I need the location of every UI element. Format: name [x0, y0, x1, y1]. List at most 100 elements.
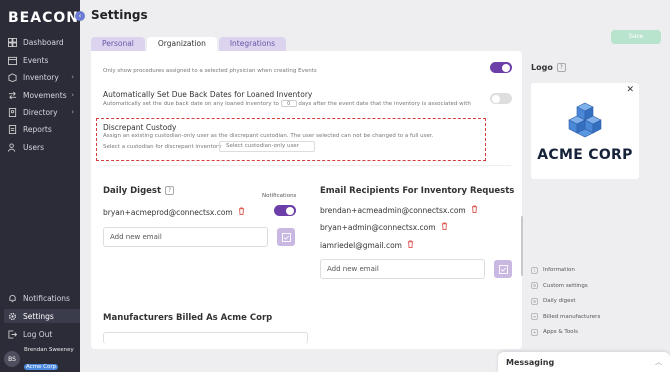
org-badge: Acme Corp	[24, 363, 59, 370]
box-icon	[7, 72, 17, 82]
anchor-custom-settings[interactable]: ⚙ Custom settings	[531, 282, 600, 290]
sidebar-item-dashboard[interactable]: Dashboard	[7, 35, 77, 49]
digest-add-email-button[interactable]	[277, 228, 295, 246]
anchor-information[interactable]: i Information	[531, 266, 600, 274]
arrows-icon	[7, 90, 17, 100]
anchor-label: Billed manufacturers	[543, 313, 601, 320]
anchor-daily-digest[interactable]: ✉ Daily digest	[531, 297, 600, 305]
tab-personal[interactable]: Personal	[91, 37, 145, 51]
sidebar-item-notifications[interactable]: Notifications	[7, 291, 77, 305]
anchor-label: Custom settings	[543, 282, 588, 289]
user-profile[interactable]: BS Brendan Sweeney Acme Corp	[4, 346, 80, 370]
logo-title-text: Logo	[531, 63, 553, 72]
section-anchor-list: i Information ⚙ Custom settings ✉ Daily dig…	[531, 266, 600, 344]
discrepant-title: Discrepant Custody	[103, 123, 177, 132]
help-icon[interactable]: ?	[165, 186, 175, 195]
recipient-email: iamriedel@gmail.com	[320, 240, 402, 250]
scrollbar[interactable]	[521, 216, 523, 276]
sidebar-item-label: Settings	[23, 311, 54, 321]
save-button[interactable]: Save	[611, 30, 661, 44]
recipient-email-row: iamriedel@gmail.com	[320, 240, 414, 250]
recipient-email-row: bryan+admin@connectsx.com	[320, 222, 448, 232]
recipient-email: brendan+acmeadmin@connectsx.com	[320, 205, 466, 215]
gear-icon	[7, 311, 17, 321]
due-back-toggle[interactable]	[490, 93, 512, 104]
divider	[103, 165, 511, 166]
anchor-label: Daily digest	[543, 298, 576, 305]
brand-name: BEACON	[8, 10, 79, 26]
sidebar-item-label: Reports	[23, 124, 52, 134]
physician-filter-desc: Only show procedures assigned to a selec…	[103, 68, 317, 74]
sidebar-item-inventory[interactable]: Inventory ›	[7, 70, 77, 84]
digest-add-email-input[interactable]: Add new email	[103, 227, 268, 247]
tab-organization[interactable]: Organization	[146, 37, 217, 51]
due-back-days-input[interactable]: 0	[280, 100, 297, 107]
discrepant-desc: Assign an existing custodian-only user a…	[103, 133, 434, 139]
logout-icon	[7, 329, 17, 339]
sidebar-item-movements[interactable]: Movements ›	[7, 88, 77, 102]
digest-email-row: bryan+acmeprod@connectsx.com	[103, 207, 245, 217]
settings-tabs: Personal Organization Integrations	[91, 37, 288, 51]
chevron-right-icon: ›	[71, 73, 74, 81]
trash-icon[interactable]	[407, 240, 414, 250]
sidebar-item-label: Events	[23, 55, 49, 65]
sidebar-item-label: Notifications	[23, 293, 70, 303]
recipient-email: bryan+admin@connectsx.com	[320, 222, 436, 232]
daily-digest-title-text: Daily Digest	[103, 186, 162, 196]
dashboard-icon	[7, 37, 17, 47]
due-back-desc-after: days after the event date that the inven…	[298, 101, 471, 107]
anchor-apps-tools[interactable]: ✦ Apps & Tools	[531, 328, 600, 336]
notifications-label: Notifications	[262, 193, 297, 199]
help-icon[interactable]: ?	[556, 63, 566, 72]
apps-icon: ✦	[531, 328, 538, 336]
recipient-add-email-input[interactable]: Add new email	[320, 259, 485, 279]
messaging-panel[interactable]: Messaging ︿	[498, 352, 670, 372]
due-back-desc-before: Automatically set the due back date on a…	[103, 101, 279, 107]
sidebar-item-logout[interactable]: Log Out	[7, 327, 77, 341]
digest-notifications-toggle[interactable]	[274, 205, 296, 216]
chevron-left-icon[interactable]: ‹	[75, 11, 85, 21]
sidebar-item-reports[interactable]: Reports	[7, 122, 77, 136]
anchor-label: Apps & Tools	[543, 329, 578, 336]
sidebar-item-label: Dashboard	[23, 37, 64, 47]
close-icon[interactable]: ✕	[626, 85, 634, 95]
physician-filter-toggle[interactable]	[490, 62, 512, 73]
anchor-billed-manufacturers[interactable]: ≡ Billed manufacturers	[531, 313, 600, 321]
anchor-label: Information	[543, 267, 575, 273]
tab-integrations[interactable]: Integrations	[218, 37, 287, 51]
sidebar-item-events[interactable]: Events	[7, 53, 77, 67]
sidebar-item-label: Users	[23, 142, 45, 152]
trash-icon[interactable]	[471, 205, 478, 215]
settings-panel: Only show procedures assigned to a selec…	[91, 51, 522, 349]
trash-icon[interactable]	[238, 207, 245, 217]
sidebar-item-directory[interactable]: Directory ›	[7, 105, 77, 119]
manufacturers-title: Manufacturers Billed As Acme Corp	[103, 313, 273, 323]
sidebar-item-settings[interactable]: Settings	[4, 309, 80, 323]
discrepant-select-label: Select a custodian for discrepant invent…	[103, 144, 222, 150]
brand-logo[interactable]: BEACON	[8, 7, 79, 29]
logo-card[interactable]: ✕ ACME CORP	[531, 83, 639, 179]
chevron-up-icon[interactable]: ︿	[655, 357, 662, 367]
mail-icon: ✉	[531, 297, 538, 305]
calendar-icon	[7, 55, 17, 65]
user-name: Brendan Sweeney	[24, 346, 74, 353]
recipient-add-email-button[interactable]	[494, 260, 512, 278]
chevron-right-icon: ›	[71, 108, 74, 116]
sidebar-item-users[interactable]: Users	[7, 140, 77, 154]
custodian-select[interactable]: Select custodian-only user	[219, 141, 315, 152]
manufacturers-input[interactable]	[103, 332, 308, 344]
due-back-desc: Automatically set the due back date on a…	[103, 100, 471, 107]
avatar: BS	[4, 351, 20, 367]
sidebar-item-label: Log Out	[23, 329, 53, 339]
sidebar-item-label: Directory	[23, 107, 58, 117]
info-icon: i	[531, 266, 538, 274]
daily-digest-title: Daily Digest?	[103, 186, 175, 196]
trash-icon[interactable]	[441, 222, 448, 232]
discrepant-custody-section: Discrepant Custody Assign an existing cu…	[96, 118, 486, 161]
due-back-title: Automatically Set Due Back Dates for Loa…	[103, 90, 313, 99]
users-icon	[7, 142, 17, 152]
digest-email: bryan+acmeprod@connectsx.com	[103, 207, 233, 217]
cube-logo-image	[568, 102, 602, 138]
chevron-right-icon: ›	[71, 91, 74, 99]
gear-icon: ⚙	[531, 282, 538, 290]
